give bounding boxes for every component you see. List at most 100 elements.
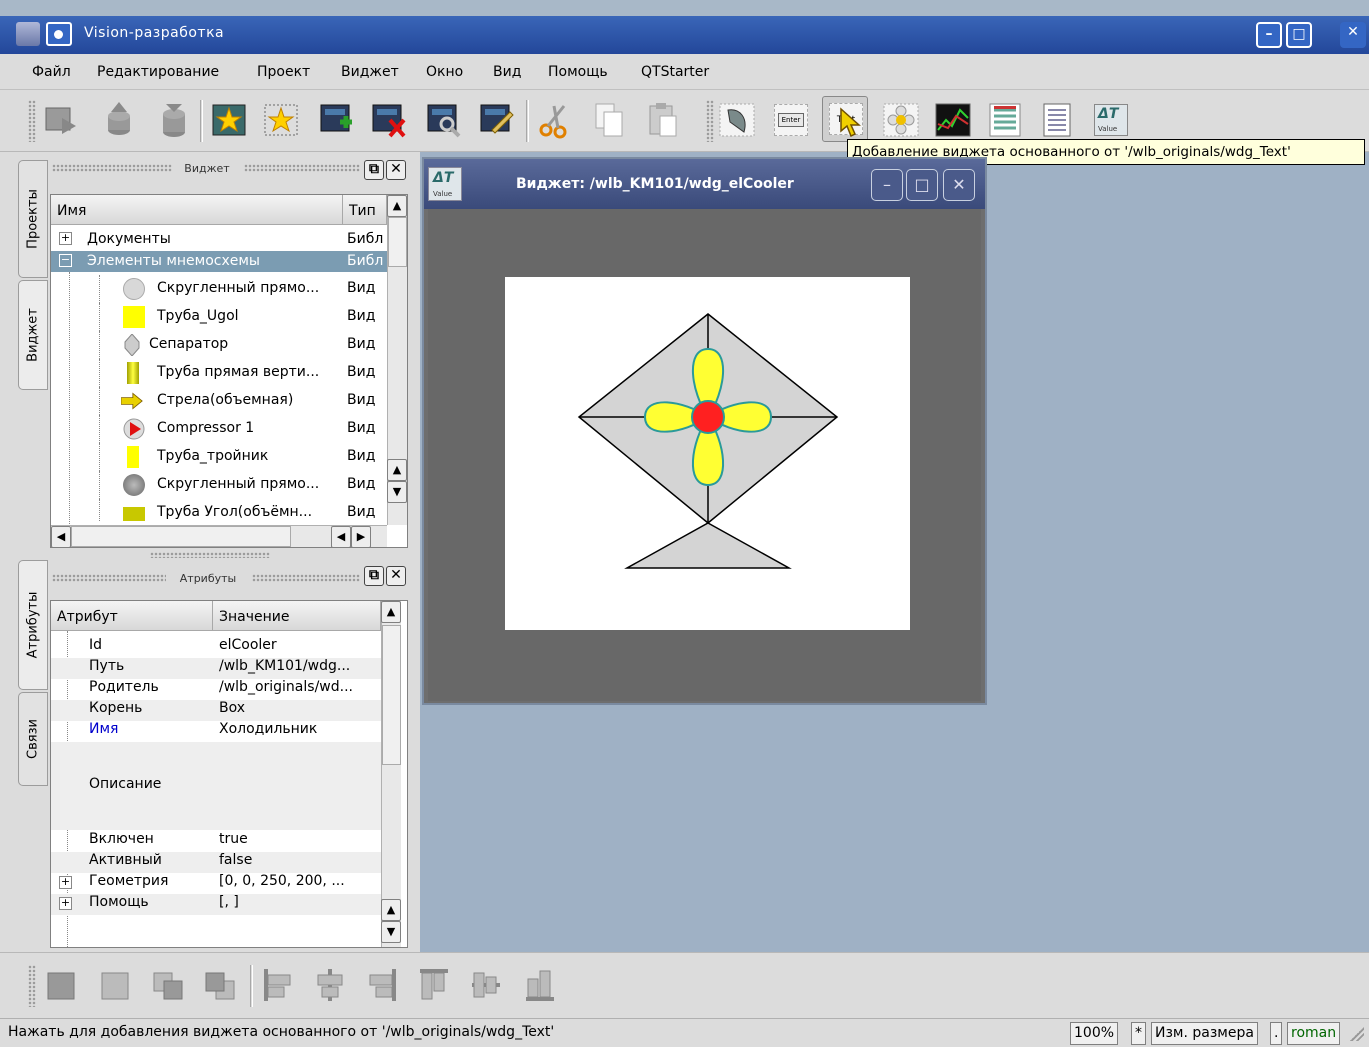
menu-edit[interactable]: Редактирование xyxy=(97,64,219,80)
bottom-toolbar-grip[interactable] xyxy=(28,965,36,1007)
align-bottom-icon[interactable] xyxy=(524,967,556,1003)
app-icon[interactable] xyxy=(16,22,40,46)
scroll-right-button[interactable]: ▶ xyxy=(351,526,371,547)
widget-subwindow[interactable]: ΔT Value Виджет: /wlb_KM101/wdg_elCooler… xyxy=(422,157,987,705)
menu-widget[interactable]: Виджет xyxy=(341,64,399,80)
scroll-thumb[interactable] xyxy=(382,625,401,765)
tab-widget[interactable]: Виджет xyxy=(18,280,48,390)
maximize-button[interactable]: □ xyxy=(1286,22,1312,48)
db-save-icon[interactable] xyxy=(155,100,193,140)
delete-widget-icon[interactable] xyxy=(370,100,408,140)
scroll-left-button-2[interactable]: ◀ xyxy=(331,526,351,547)
add-widget-icon[interactable] xyxy=(318,100,356,140)
widget-edit-area[interactable] xyxy=(428,209,981,701)
attr-row-active[interactable]: Активный false xyxy=(51,852,381,873)
cooler-widget[interactable] xyxy=(505,277,910,630)
widget-tree-hscrollbar[interactable]: ◀ ◀ ▶ xyxy=(51,525,387,547)
value-widget-icon[interactable]: ΔT Value xyxy=(428,167,462,201)
subwindow-titlebar[interactable]: ΔT Value Виджет: /wlb_KM101/wdg_elCooler… xyxy=(424,159,985,209)
value-widget-icon[interactable]: ΔT Value xyxy=(1092,100,1130,140)
list-item[interactable]: Сепаратор Вид xyxy=(51,331,387,359)
menu-project[interactable]: Проект xyxy=(257,64,310,80)
protocol-widget-icon[interactable] xyxy=(986,100,1024,140)
cut-icon[interactable] xyxy=(536,100,574,140)
level-down-icon[interactable] xyxy=(204,967,236,1003)
subwindow-close-button[interactable]: ✕ xyxy=(943,169,975,201)
scroll-down-button[interactable]: ▼ xyxy=(387,481,407,503)
attr-panel-float-button[interactable]: ⧉ xyxy=(364,566,384,586)
collapse-icon[interactable]: − xyxy=(59,254,72,267)
widget-properties-icon[interactable] xyxy=(478,100,516,140)
expand-icon[interactable]: + xyxy=(59,876,72,889)
level-up-icon[interactable] xyxy=(152,967,184,1003)
menu-help[interactable]: Помощь xyxy=(548,64,608,80)
window-menu-icon[interactable] xyxy=(46,22,72,46)
attr-row-enabled[interactable]: Включен true xyxy=(51,831,381,852)
menu-qtstarter[interactable]: QTStarter xyxy=(641,64,709,80)
minimize-button[interactable]: – xyxy=(1256,22,1282,48)
scroll-thumb[interactable] xyxy=(388,217,407,267)
subwindow-minimize-button[interactable]: – xyxy=(871,169,903,201)
attr-row-root[interactable]: Корень Box xyxy=(51,700,381,721)
attributes-vscrollbar[interactable]: ▲ ▲ ▼ xyxy=(381,601,401,947)
tab-links[interactable]: Связи xyxy=(18,692,48,786)
tree-row-mnemo-elements[interactable]: − Элементы мнемосхемы Библ xyxy=(51,251,387,272)
attr-panel-grip[interactable] xyxy=(52,574,166,582)
add-text-widget-button[interactable]: Text xyxy=(822,96,868,142)
align-left-icon[interactable] xyxy=(262,967,294,1003)
expand-icon[interactable]: + xyxy=(59,232,72,245)
align-top-icon[interactable] xyxy=(418,967,450,1003)
list-item[interactable]: Compressor 1 Вид xyxy=(51,415,387,443)
attr-row-path[interactable]: Путь /wlb_KM101/wdg... xyxy=(51,658,381,679)
level-raise-icon[interactable] xyxy=(46,967,78,1003)
list-item[interactable]: Труба прямая верти... Вид xyxy=(51,359,387,387)
attr-panel-close-button[interactable]: ✕ xyxy=(386,566,406,586)
tab-projects[interactable]: Проекты xyxy=(18,160,48,278)
splitter-grip[interactable] xyxy=(150,552,270,558)
scroll-up-button-2[interactable]: ▲ xyxy=(381,899,401,921)
level-lower-icon[interactable] xyxy=(100,967,132,1003)
widget-panel-float-button[interactable]: ⧉ xyxy=(364,160,384,180)
column-attribute[interactable]: Атрибут xyxy=(51,601,213,631)
visual-edit-icon[interactable] xyxy=(425,100,463,140)
scroll-left-button[interactable]: ◀ xyxy=(51,526,71,547)
list-item[interactable]: Труба Угол(объёмн... Вид xyxy=(51,499,387,521)
form-element-icon[interactable]: Enter xyxy=(772,100,810,140)
scroll-up-button[interactable]: ▲ xyxy=(381,601,401,623)
zoom-indicator[interactable]: 100% xyxy=(1070,1022,1119,1045)
list-item[interactable]: Скругленный прямо... Вид xyxy=(51,275,387,303)
scroll-down-button[interactable]: ▼ xyxy=(381,921,401,943)
widget-tree-vscrollbar[interactable]: ▲ ▲ ▼ xyxy=(387,195,407,525)
toolbar-grip[interactable] xyxy=(28,100,36,142)
list-item[interactable]: Труба_тройник Вид xyxy=(51,443,387,471)
attributes-table[interactable]: Атрибут Значение Id elCooler Путь /wlb_K… xyxy=(50,600,408,948)
hscroll-thumb[interactable] xyxy=(71,526,291,547)
tab-attributes[interactable]: Атрибуты xyxy=(18,560,48,690)
scroll-up-button-2[interactable]: ▲ xyxy=(387,459,407,481)
align-vcenter-icon[interactable] xyxy=(314,967,346,1003)
column-name[interactable]: Имя xyxy=(51,195,343,225)
align-hcenter-icon[interactable] xyxy=(470,967,502,1003)
scroll-up-button[interactable]: ▲ xyxy=(387,195,407,217)
menu-view[interactable]: Вид xyxy=(493,64,521,80)
subwindow-maximize-button[interactable]: □ xyxy=(906,169,938,201)
db-load-icon[interactable] xyxy=(100,100,138,140)
attr-row-parent[interactable]: Родитель /wlb_originals/wd... xyxy=(51,679,381,700)
document-widget-icon[interactable] xyxy=(1038,100,1076,140)
menu-window[interactable]: Окно xyxy=(426,64,463,80)
expand-icon[interactable]: + xyxy=(59,897,72,910)
attr-row-description[interactable]: Описание xyxy=(51,742,381,830)
toolbar-grip-2[interactable] xyxy=(706,100,714,142)
media-widget-icon[interactable] xyxy=(882,100,920,140)
widget-panel-close-button[interactable]: ✕ xyxy=(386,160,406,180)
close-button[interactable]: ✕ xyxy=(1340,22,1366,48)
menu-file[interactable]: Файл xyxy=(32,64,71,80)
widget-panel-grip[interactable] xyxy=(52,164,172,172)
attr-panel-grip-2[interactable] xyxy=(252,574,360,582)
attr-row-name[interactable]: Имя Холодильник xyxy=(51,721,381,742)
align-right-icon[interactable] xyxy=(366,967,398,1003)
column-value[interactable]: Значение xyxy=(213,601,381,631)
column-type[interactable]: Тип xyxy=(343,195,387,225)
paste-icon[interactable] xyxy=(644,100,682,140)
widget-canvas[interactable] xyxy=(505,277,910,630)
